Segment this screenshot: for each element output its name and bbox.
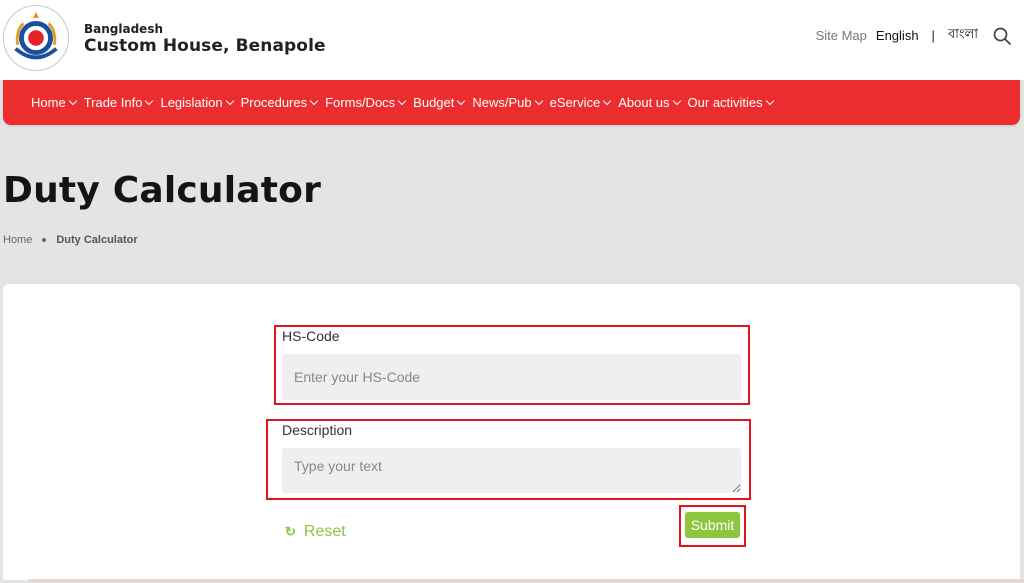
customs-logo[interactable] — [3, 5, 69, 71]
nav-label: Procedures — [240, 95, 308, 110]
reset-button[interactable]: ↻ Reset — [285, 523, 346, 541]
breadcrumb-home[interactable]: Home — [3, 234, 32, 246]
language-bangla-link[interactable]: বাংলা — [948, 25, 978, 46]
nav-label: Home — [31, 95, 66, 110]
footer-edge — [28, 579, 1024, 583]
brand-title: Custom House, Benapole — [84, 36, 326, 56]
hs-code-input[interactable] — [282, 354, 741, 400]
nav-item-our-activities[interactable]: Our activities — [687, 95, 774, 110]
nav-label: News/Pub — [472, 95, 532, 110]
nav-label: Our activities — [687, 95, 763, 110]
chevron-down-icon — [68, 96, 77, 106]
page-title: Duty Calculator — [3, 170, 322, 211]
chevron-down-icon — [672, 96, 681, 106]
breadcrumb-current: Duty Calculator — [56, 234, 138, 246]
breadcrumb-separator — [42, 238, 47, 242]
customs-emblem-icon — [6, 8, 66, 68]
nav-label: eService — [549, 95, 601, 110]
nav-item-about-us[interactable]: About us — [618, 95, 681, 110]
search-icon[interactable] — [992, 26, 1012, 46]
nav-item-eservice[interactable]: eService — [549, 95, 612, 110]
site-brand[interactable]: Bangladesh Custom House, Benapole — [84, 22, 326, 56]
language-separator: | — [931, 28, 935, 43]
nav-label: About us — [618, 95, 670, 110]
chevron-down-icon — [457, 96, 466, 106]
site-map-link[interactable]: Site Map — [816, 28, 867, 43]
nav-item-procedures[interactable]: Procedures — [240, 95, 319, 110]
chevron-down-icon — [309, 96, 319, 106]
nav-item-home[interactable]: Home — [31, 95, 77, 110]
chevron-down-icon — [765, 96, 774, 106]
nav-item-budget[interactable]: Budget — [413, 95, 466, 110]
main-navigation: Home Trade Info Legislation Procedures F… — [3, 80, 1020, 125]
reset-label: Reset — [303, 523, 346, 540]
nav-item-trade-info[interactable]: Trade Info — [83, 95, 154, 110]
nav-item-forms-docs[interactable]: Forms/Docs — [325, 95, 407, 110]
refresh-icon: ↻ — [285, 524, 296, 539]
description-label: Description — [282, 422, 353, 438]
chevron-down-icon — [397, 96, 407, 106]
nav-item-legislation[interactable]: Legislation — [160, 95, 234, 110]
breadcrumb: Home Duty Calculator — [3, 234, 138, 246]
brand-subtitle: Bangladesh — [84, 22, 164, 36]
chevron-down-icon — [225, 96, 234, 106]
language-english-link[interactable]: English — [876, 28, 919, 43]
hs-code-label: HS-Code — [282, 328, 340, 344]
chevron-down-icon — [602, 96, 612, 106]
nav-label: Trade Info — [83, 95, 143, 110]
calculator-card — [3, 284, 1020, 580]
chevron-down-icon — [145, 96, 154, 106]
nav-label: Budget — [413, 95, 455, 110]
nav-item-news-pub[interactable]: News/Pub — [472, 95, 543, 110]
top-links: Site Map English | বাংলা — [816, 25, 1012, 46]
description-textarea[interactable] — [282, 448, 741, 493]
submit-button[interactable]: Submit — [685, 512, 740, 538]
nav-label: Forms/Docs — [325, 95, 396, 110]
chevron-down-icon — [534, 96, 543, 106]
nav-label: Legislation — [160, 95, 223, 110]
top-header: Bangladesh Custom House, Benapole Site M… — [0, 0, 1024, 80]
